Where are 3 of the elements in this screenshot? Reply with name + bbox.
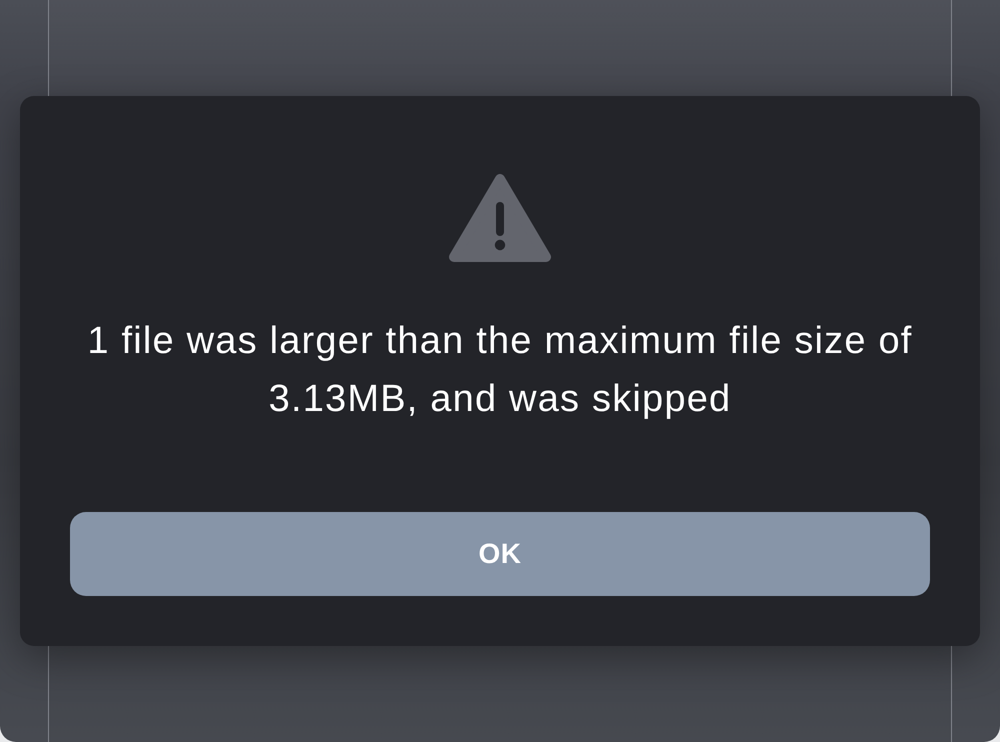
warning-icon (449, 174, 551, 262)
ok-button[interactable]: OK (70, 512, 930, 596)
alert-message: 1 file was larger than the maximum file size of 3.13MB, and was skipped (86, 319, 914, 422)
